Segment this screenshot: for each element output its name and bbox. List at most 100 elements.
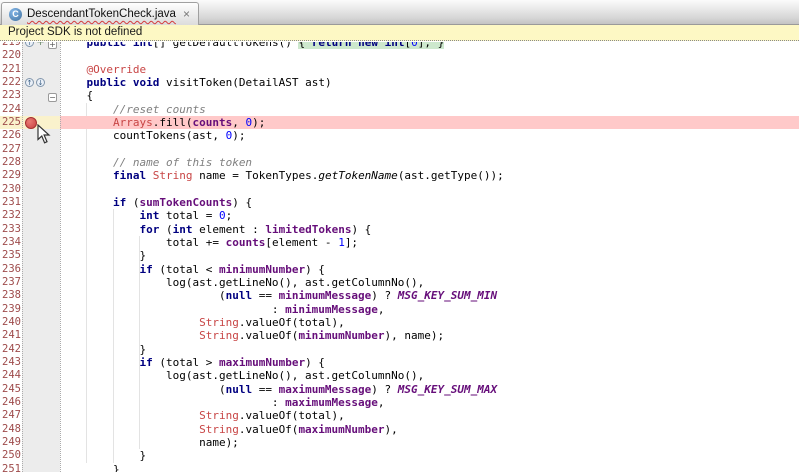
line-number[interactable]: 238 [0,289,22,302]
code-text[interactable]: public int[] getDefaultTokens() { return… [60,42,799,49]
gutter[interactable] [22,396,60,409]
code-line[interactable]: 247 String.valueOf(total), [0,409,799,422]
code-text[interactable] [60,49,799,62]
line-number[interactable]: 237 [0,276,22,289]
gutter[interactable] [22,343,60,356]
line-number[interactable]: 242 [0,343,22,356]
line-number[interactable]: 235 [0,249,22,262]
gutter[interactable] [22,103,60,116]
code-line[interactable]: 244 log(ast.getLineNo(), ast.getColumnNo… [0,369,799,382]
code-text[interactable]: } [60,343,799,356]
code-line[interactable]: 251 } [0,463,799,472]
line-number[interactable]: 227 [0,143,22,156]
code-text[interactable]: : minimumMessage, [60,303,799,316]
code-line[interactable]: 249 name); [0,436,799,449]
code-line[interactable]: 245 (null == maximumMessage) ? MSG_KEY_S… [0,383,799,396]
code-editor[interactable]: 219 public int[] getDefaultTokens() { re… [0,42,799,472]
line-number[interactable]: 231 [0,196,22,209]
line-number[interactable]: 221 [0,63,22,76]
code-text[interactable]: if (total > maximumNumber) { [60,356,799,369]
line-number[interactable]: 247 [0,409,22,422]
gutter[interactable] [22,436,60,449]
plus-icon[interactable] [36,42,45,47]
code-text[interactable]: log(ast.getLineNo(), ast.getColumnNo(), [60,276,799,289]
code-line[interactable]: 241 String.valueOf(minimumNumber), name)… [0,329,799,342]
code-text[interactable] [60,183,799,196]
code-text[interactable]: Arrays.fill(counts, 0); [60,116,799,129]
code-text[interactable]: (null == minimumMessage) ? MSG_KEY_SUM_M… [60,289,799,302]
line-number[interactable]: 245 [0,383,22,396]
gutter[interactable] [22,329,60,342]
line-number[interactable]: 236 [0,263,22,276]
line-number[interactable]: 229 [0,169,22,182]
line-number[interactable]: 243 [0,356,22,369]
code-line[interactable]: 225 Arrays.fill(counts, 0); [0,116,799,129]
code-text[interactable]: (null == maximumMessage) ? MSG_KEY_SUM_M… [60,383,799,396]
circle-up-icon[interactable] [25,42,34,47]
line-number[interactable]: 230 [0,183,22,196]
gutter[interactable] [22,276,60,289]
code-text[interactable]: int total = 0; [60,209,799,222]
code-text[interactable]: } [60,463,799,472]
code-text[interactable]: String.valueOf(total), [60,316,799,329]
gutter[interactable] [22,289,60,302]
circle-down-icon[interactable] [36,78,45,87]
code-line[interactable]: 220 [0,49,799,62]
code-line[interactable]: 248 String.valueOf(maximumNumber), [0,423,799,436]
gutter[interactable] [22,223,60,236]
code-text[interactable]: final String name = TokenTypes.getTokenN… [60,169,799,182]
code-line[interactable]: 237 log(ast.getLineNo(), ast.getColumnNo… [0,276,799,289]
code-text[interactable]: } [60,449,799,462]
line-number[interactable]: 228 [0,156,22,169]
line-number[interactable]: 246 [0,396,22,409]
gutter[interactable] [22,156,60,169]
code-line[interactable]: 243 if (total > maximumNumber) { [0,356,799,369]
code-text[interactable]: total += counts[element - 1]; [60,236,799,249]
code-text[interactable]: String.valueOf(total), [60,409,799,422]
line-number[interactable]: 249 [0,436,22,449]
line-number[interactable]: 224 [0,103,22,116]
gutter[interactable] [22,383,60,396]
code-text[interactable]: //reset counts [60,103,799,116]
line-number[interactable]: 219 [0,42,22,49]
line-number[interactable]: 239 [0,303,22,316]
line-number[interactable]: 223 [0,89,22,102]
code-line[interactable]: 227 [0,143,799,156]
gutter[interactable] [22,183,60,196]
gutter[interactable] [22,409,60,422]
code-text[interactable]: public void visitToken(DetailAST ast) [60,76,799,89]
gutter[interactable] [22,249,60,262]
line-number[interactable]: 240 [0,316,22,329]
code-line[interactable]: 226 countTokens(ast, 0); [0,129,799,142]
code-line[interactable]: 242 } [0,343,799,356]
tab-descendanttokencheck[interactable]: C DescendantTokenCheck.java × [1,2,199,25]
line-number[interactable]: 232 [0,209,22,222]
code-text[interactable]: : maximumMessage, [60,396,799,409]
code-line[interactable]: 234 total += counts[element - 1]; [0,236,799,249]
code-text[interactable]: // name of this token [60,156,799,169]
code-text[interactable]: log(ast.getLineNo(), ast.getColumnNo(), [60,369,799,382]
code-line[interactable]: 233 for (int element : limitedTokens) { [0,223,799,236]
code-line[interactable]: 240 String.valueOf(total), [0,316,799,329]
code-text[interactable]: if (total < minimumNumber) { [60,263,799,276]
line-number[interactable]: 233 [0,223,22,236]
code-text[interactable]: { [60,89,799,102]
line-number[interactable]: 241 [0,329,22,342]
code-text[interactable]: name); [60,436,799,449]
line-number[interactable]: 226 [0,129,22,142]
gutter[interactable] [22,356,60,369]
code-line[interactable]: 246 : maximumMessage, [0,396,799,409]
line-number[interactable]: 250 [0,449,22,462]
code-line[interactable]: 223 { [0,89,799,102]
code-text[interactable]: @Override [60,63,799,76]
code-text[interactable]: String.valueOf(maximumNumber), [60,423,799,436]
gutter[interactable] [22,303,60,316]
code-line[interactable]: 219 public int[] getDefaultTokens() { re… [0,42,799,49]
gutter[interactable] [22,63,60,76]
code-line[interactable]: 228 // name of this token [0,156,799,169]
gutter[interactable] [22,196,60,209]
gutter[interactable] [22,316,60,329]
line-number[interactable]: 220 [0,49,22,62]
code-line[interactable]: 238 (null == minimumMessage) ? MSG_KEY_S… [0,289,799,302]
fold-minus-icon[interactable] [48,93,57,102]
